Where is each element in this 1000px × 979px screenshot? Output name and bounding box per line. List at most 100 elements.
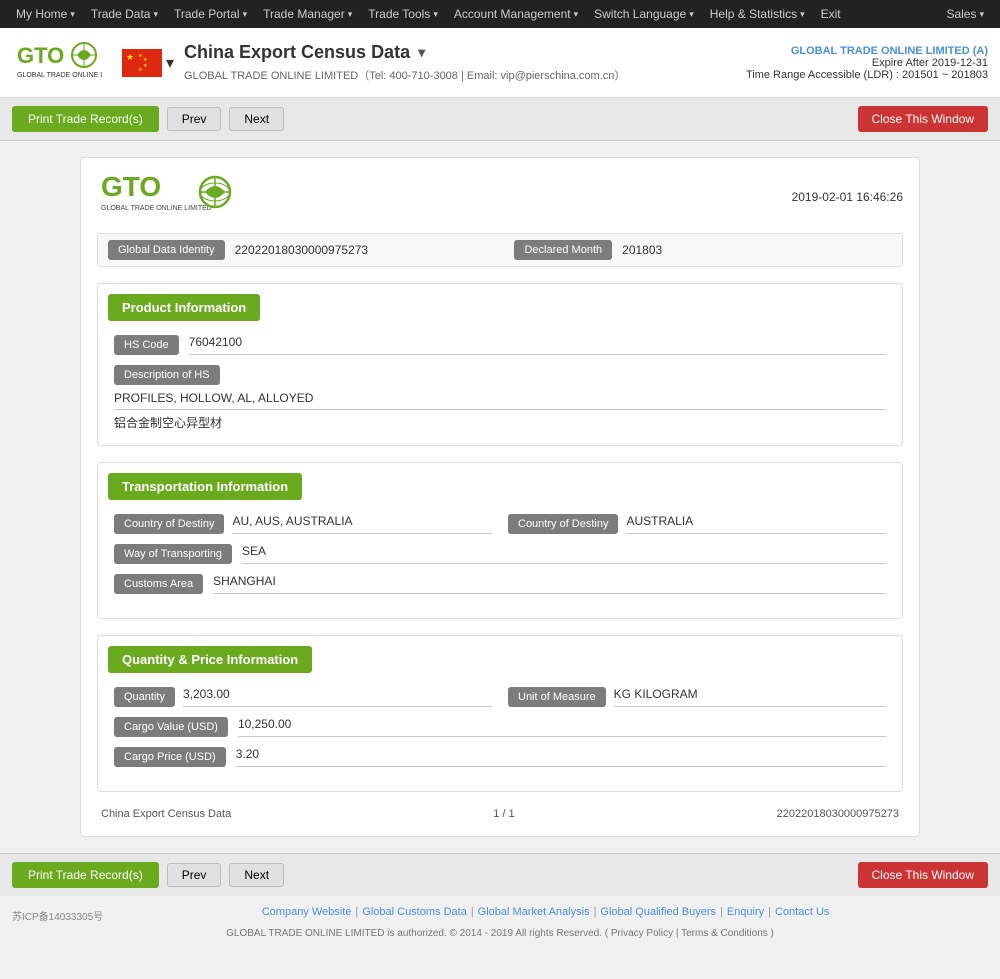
close-window-button[interactable]: Close This Window — [858, 106, 988, 132]
footer-link-contact-us[interactable]: Contact Us — [775, 906, 829, 918]
header-bar: GTO GLOBAL TRADE ONLINE LIMITED ★ ★ ★ ★ … — [0, 28, 1000, 98]
way-of-transporting-value: SEA — [242, 544, 886, 564]
nav-account-management-arrow: ▾ — [574, 9, 579, 20]
nav-help-statistics-arrow: ▾ — [800, 9, 805, 20]
cargo-value-label: Cargo Value (USD) — [114, 717, 228, 737]
bottom-next-button[interactable]: Next — [229, 863, 284, 887]
quantity-label: Quantity — [114, 687, 175, 707]
transportation-information-header: Transportation Information — [108, 473, 302, 500]
bottom-print-button[interactable]: Print Trade Record(s) — [12, 862, 159, 888]
logo-area: GTO GLOBAL TRADE ONLINE LIMITED — [12, 35, 102, 90]
card-logo-svg: GTO GLOBAL TRADE ONLINE LIMITED — [97, 174, 237, 219]
bottom-prev-button[interactable]: Prev — [167, 863, 222, 887]
description-en-value: PROFILES, HOLLOW, AL, ALLOYED — [114, 391, 886, 410]
quantity-unit-row: Quantity 3,203.00 Unit of Measure KG KIL… — [114, 687, 886, 707]
declared-month-value: 201803 — [622, 243, 892, 257]
hs-code-row: HS Code 76042100 — [114, 335, 886, 355]
bottom-toolbar: Print Trade Record(s) Prev Next Close Th… — [0, 853, 1000, 896]
cargo-price-value: 3.20 — [236, 747, 886, 767]
nav-trade-tools-arrow: ▾ — [433, 9, 438, 20]
card-footer: China Export Census Data 1 / 1 220220180… — [97, 808, 903, 820]
footer-link-company-website[interactable]: Company Website — [262, 906, 352, 918]
next-button[interactable]: Next — [229, 107, 284, 131]
transportation-information-section: Transportation Information Country of De… — [97, 462, 903, 619]
global-data-identity-value: 22022018030000975273 — [235, 243, 505, 257]
company-logo: GTO GLOBAL TRADE ONLINE LIMITED — [12, 35, 102, 90]
quantity-price-header: Quantity & Price Information — [108, 646, 312, 673]
customs-area-value: SHANGHAI — [213, 574, 886, 594]
nav-trade-portal[interactable]: Trade Portal ▾ — [166, 0, 255, 28]
svg-text:GLOBAL TRADE ONLINE LIMITED: GLOBAL TRADE ONLINE LIMITED — [101, 205, 212, 212]
footer-link-global-qualified-buyers[interactable]: Global Qualified Buyers — [600, 906, 716, 918]
description-of-hs-label: Description of HS — [114, 365, 220, 385]
ldr-info: Time Range Accessible (LDR) : 201501 ~ 2… — [746, 69, 988, 81]
nav-exit[interactable]: Exit — [813, 0, 849, 28]
nav-account-management[interactable]: Account Management ▾ — [446, 0, 586, 28]
footer-link-enquiry[interactable]: Enquiry — [727, 906, 764, 918]
page-title: China Export Census Data ▾ — [184, 42, 746, 63]
footer-link-global-market-analysis[interactable]: Global Market Analysis — [478, 906, 590, 918]
nav-trade-data[interactable]: Trade Data ▾ — [83, 0, 166, 28]
identity-row: Global Data Identity 2202201803000097527… — [97, 233, 903, 267]
customs-area-label: Customs Area — [114, 574, 203, 594]
hs-code-value: 76042100 — [189, 335, 886, 355]
footer-links: Company Website | Global Customs Data | … — [103, 906, 988, 918]
svg-text:GTO: GTO — [101, 174, 161, 202]
record-datetime: 2019-02-01 16:46:26 — [792, 190, 903, 204]
nav-trade-manager[interactable]: Trade Manager ▾ — [255, 0, 360, 28]
description-row: Description of HS PROFILES, HOLLOW, AL, … — [114, 365, 886, 431]
country-of-destiny-label2: Country of Destiny — [508, 514, 618, 534]
title-dropdown-arrow[interactable]: ▾ — [418, 44, 425, 61]
prev-button[interactable]: Prev — [167, 107, 222, 131]
quantity-price-section: Quantity & Price Information Quantity 3,… — [97, 635, 903, 792]
company-name: GLOBAL TRADE ONLINE LIMITED (A) — [746, 45, 988, 57]
nav-help-statistics[interactable]: Help & Statistics ▾ — [702, 0, 813, 28]
header-right: GLOBAL TRADE ONLINE LIMITED (A) Expire A… — [746, 45, 988, 81]
svg-text:★: ★ — [126, 52, 134, 62]
way-of-transporting-label: Way of Transporting — [114, 544, 232, 564]
nav-sales[interactable]: Sales ▾ — [938, 0, 992, 28]
product-information-body: HS Code 76042100 Description of HS PROFI… — [98, 331, 902, 445]
card-logo: GTO GLOBAL TRADE ONLINE LIMITED — [97, 174, 237, 219]
nav-trade-manager-arrow: ▾ — [348, 9, 353, 20]
china-flag: ★ ★ ★ ★ ★ — [122, 49, 162, 77]
nav-trade-portal-arrow: ▾ — [243, 9, 248, 20]
nav-my-home-arrow: ▾ — [70, 9, 75, 20]
nav-switch-language[interactable]: Switch Language ▾ — [586, 0, 702, 28]
flag-dropdown[interactable]: ▾ — [166, 53, 174, 73]
footer-link-global-customs-data[interactable]: Global Customs Data — [362, 906, 467, 918]
header-info: China Export Census Data ▾ GLOBAL TRADE … — [184, 42, 746, 83]
country-of-destiny-value1: AU, AUS, AUSTRALIA — [232, 514, 492, 534]
country-of-destiny-pair1: Country of Destiny AU, AUS, AUSTRALIA — [114, 514, 492, 534]
nav-trade-data-arrow: ▾ — [153, 9, 158, 20]
nav-trade-tools[interactable]: Trade Tools ▾ — [360, 0, 446, 28]
product-information-header: Product Information — [108, 294, 260, 321]
country-of-destiny-label1: Country of Destiny — [114, 514, 224, 534]
page-footer: 苏ICP备14033305号 Company Website | Global … — [0, 896, 1000, 949]
unit-of-measure-value: KG KILOGRAM — [614, 687, 886, 707]
quantity-price-body: Quantity 3,203.00 Unit of Measure KG KIL… — [98, 683, 902, 791]
bottom-close-window-button[interactable]: Close This Window — [858, 862, 988, 888]
global-data-identity-label: Global Data Identity — [108, 240, 225, 260]
way-of-transporting-row: Way of Transporting SEA — [114, 544, 886, 564]
description-cn-value: 铝合金制空心异型材 — [114, 414, 886, 431]
svg-text:GTO: GTO — [17, 43, 64, 68]
footer-source: China Export Census Data — [101, 808, 231, 820]
print-button[interactable]: Print Trade Record(s) — [12, 106, 159, 132]
quantity-pair: Quantity 3,203.00 — [114, 687, 492, 707]
nav-switch-language-arrow: ▾ — [689, 9, 694, 20]
unit-of-measure-label: Unit of Measure — [508, 687, 606, 707]
cargo-price-label: Cargo Price (USD) — [114, 747, 226, 767]
country-of-destiny-pair2: Country of Destiny AUSTRALIA — [508, 514, 886, 534]
cargo-price-row: Cargo Price (USD) 3.20 — [114, 747, 886, 767]
country-of-destiny-value2: AUSTRALIA — [626, 514, 886, 534]
nav-sales-arrow: ▾ — [979, 9, 984, 20]
declared-month-label: Declared Month — [514, 240, 612, 260]
icp-text: 苏ICP备14033305号 — [12, 908, 103, 923]
nav-my-home[interactable]: My Home ▾ — [8, 0, 83, 28]
footer-page: 1 / 1 — [493, 808, 514, 820]
country-of-destiny-row: Country of Destiny AU, AUS, AUSTRALIA Co… — [114, 514, 886, 534]
card-header: GTO GLOBAL TRADE ONLINE LIMITED 2019-02-… — [97, 174, 903, 219]
top-toolbar: Print Trade Record(s) Prev Next Close Th… — [0, 98, 1000, 141]
country-flag-area: ★ ★ ★ ★ ★ ▾ — [122, 49, 174, 77]
